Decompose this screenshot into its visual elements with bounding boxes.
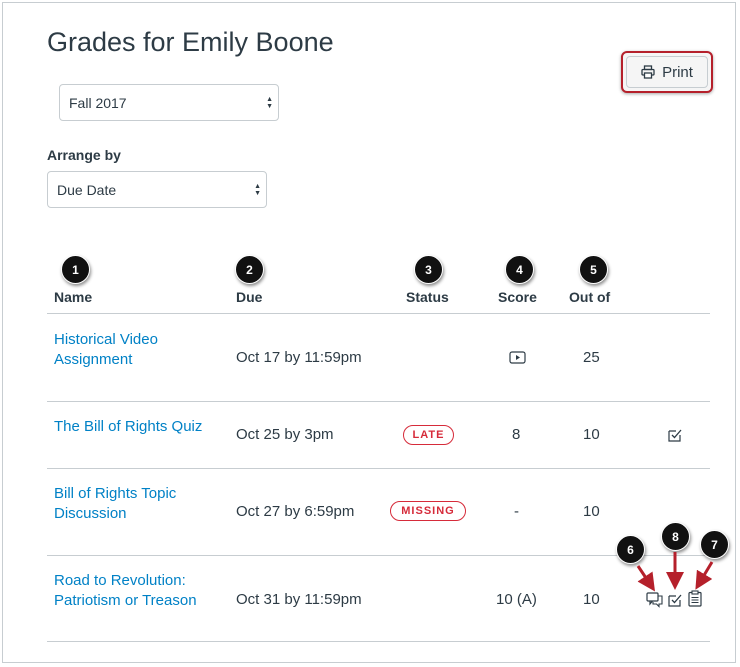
header-divider xyxy=(47,313,710,314)
points-possible: 25 xyxy=(583,349,600,366)
term-select-value: Fall 2017 xyxy=(69,94,127,111)
column-header-due[interactable]: Due xyxy=(236,289,262,305)
due-date: Oct 25 by 3pm xyxy=(236,426,334,443)
callout-badge-1: 1 xyxy=(61,255,90,284)
callout-badge-3: 3 xyxy=(414,255,443,284)
missing-status-badge: MISSING xyxy=(390,501,466,521)
callout-badge-2: 2 xyxy=(235,255,264,284)
callout-badge-5: 5 xyxy=(579,255,608,284)
due-date: Oct 17 by 11:59pm xyxy=(236,349,362,366)
row-divider xyxy=(47,468,710,469)
print-button[interactable]: Print xyxy=(621,51,713,93)
assignment-link[interactable]: Bill of Rights Topic Discussion xyxy=(54,484,176,524)
column-header-name[interactable]: Name xyxy=(54,289,92,305)
callout-arrows xyxy=(636,552,714,592)
assignment-link[interactable]: Historical Video Assignment xyxy=(54,330,158,370)
select-arrows-icon: ▲ ▼ xyxy=(254,183,261,197)
arrange-by-label: Arrange by xyxy=(47,147,121,163)
score: 8 xyxy=(512,426,521,443)
row-divider xyxy=(47,641,710,642)
page-title: Grades for Emily Boone xyxy=(47,27,334,57)
printer-icon xyxy=(641,65,655,79)
column-header-score: Score xyxy=(498,289,537,305)
score: - xyxy=(514,503,519,520)
callout-badge-8: 8 xyxy=(661,522,690,551)
score: 10 (A) xyxy=(496,591,537,608)
assignment-link[interactable]: Road to Revolution: Patriotism or Treason xyxy=(54,571,197,611)
select-arrows-icon: ▲ ▼ xyxy=(266,96,273,110)
late-status-badge: LATE xyxy=(403,425,454,445)
print-button-label: Print xyxy=(662,63,693,81)
media-icon[interactable] xyxy=(509,351,526,364)
arrange-by-select[interactable]: Due Date ▲ ▼ xyxy=(47,171,267,208)
assignment-link[interactable]: The Bill of Rights Quiz xyxy=(54,417,202,437)
points-possible: 10 xyxy=(583,591,600,608)
arrange-by-value: Due Date xyxy=(57,181,117,198)
rubric-check-icon[interactable] xyxy=(667,427,683,443)
term-select[interactable]: Fall 2017 ▲ ▼ xyxy=(59,84,279,121)
row-divider xyxy=(47,401,710,402)
due-date: Oct 31 by 11:59pm xyxy=(236,591,362,608)
row-divider xyxy=(47,555,710,556)
due-date: Oct 27 by 6:59pm xyxy=(236,503,355,520)
points-possible: 10 xyxy=(583,426,600,443)
callout-badge-4: 4 xyxy=(505,255,534,284)
column-header-out-of: Out of xyxy=(569,289,611,305)
points-possible: 10 xyxy=(583,503,600,520)
column-header-status: Status xyxy=(406,289,449,305)
